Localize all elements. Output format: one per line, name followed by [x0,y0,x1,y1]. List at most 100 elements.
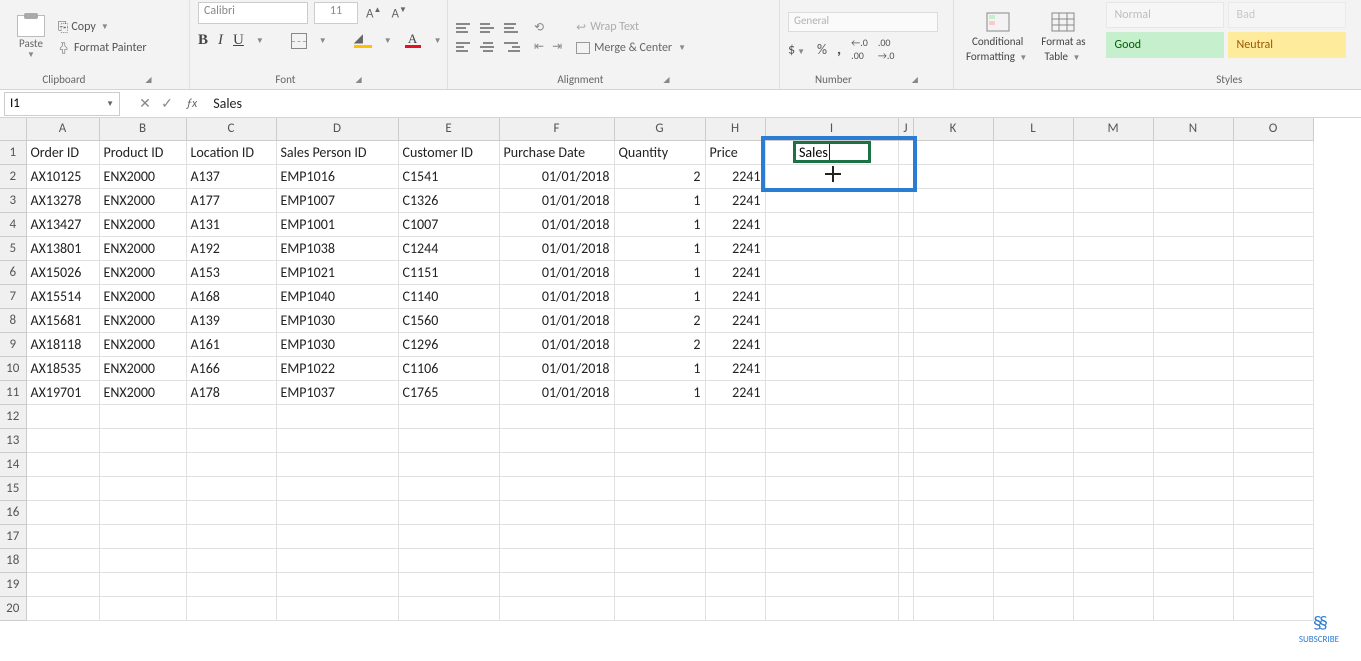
formula-input[interactable]: Sales [205,95,1361,112]
cell-A7[interactable]: AX15514 [26,284,99,308]
align-top-button[interactable] [456,21,472,35]
cell-L14[interactable] [993,452,1073,476]
row-header-2[interactable]: 2 [0,164,26,188]
cell-G1[interactable]: Quantity [614,140,705,164]
cell-H5[interactable]: 2241 [705,236,765,260]
cell-M4[interactable] [1073,212,1153,236]
cell-I13[interactable] [765,428,898,452]
cell-J8[interactable] [898,308,913,332]
cell-H19[interactable] [705,572,765,596]
cell-K14[interactable] [913,452,993,476]
italic-button[interactable]: I [218,32,223,49]
cell-L8[interactable] [993,308,1073,332]
worksheet-grid[interactable]: ABCDEFGHIJKLMNO1Order IDProduct IDLocati… [0,118,1361,621]
cell-A19[interactable] [26,572,99,596]
row-header-18[interactable]: 18 [0,548,26,572]
cell-O9[interactable] [1233,332,1313,356]
align-left-button[interactable] [456,40,472,54]
cell-I19[interactable] [765,572,898,596]
cell-B9[interactable]: ENX2000 [99,332,186,356]
cell-M7[interactable] [1073,284,1153,308]
cell-O14[interactable] [1233,452,1313,476]
cell-G13[interactable] [614,428,705,452]
cell-G4[interactable]: 1 [614,212,705,236]
cell-K16[interactable] [913,500,993,524]
cell-M2[interactable] [1073,164,1153,188]
cell-J20[interactable] [898,596,913,620]
cell-B19[interactable] [99,572,186,596]
cell-O15[interactable] [1233,476,1313,500]
row-header-20[interactable]: 20 [0,596,26,620]
cell-D7[interactable]: EMP1040 [276,284,398,308]
cell-G6[interactable]: 1 [614,260,705,284]
cell-K10[interactable] [913,356,993,380]
cell-D20[interactable] [276,596,398,620]
row-header-10[interactable]: 10 [0,356,26,380]
cell-G15[interactable] [614,476,705,500]
cell-D5[interactable]: EMP1038 [276,236,398,260]
cell-N10[interactable] [1153,356,1233,380]
cell-L3[interactable] [993,188,1073,212]
cell-E5[interactable]: C1244 [398,236,499,260]
select-all-corner[interactable] [0,118,26,140]
cell-G11[interactable]: 1 [614,380,705,404]
cell-M14[interactable] [1073,452,1153,476]
cell-M11[interactable] [1073,380,1153,404]
cell-A12[interactable] [26,404,99,428]
cell-K2[interactable] [913,164,993,188]
cell-L4[interactable] [993,212,1073,236]
cell-N6[interactable] [1153,260,1233,284]
cell-I9[interactable] [765,332,898,356]
cell-I18[interactable] [765,548,898,572]
style-good[interactable]: Good [1106,32,1224,58]
cell-L1[interactable] [993,140,1073,164]
cell-E18[interactable] [398,548,499,572]
cell-A13[interactable] [26,428,99,452]
column-header-O[interactable]: O [1233,118,1313,140]
underline-button[interactable]: U [233,32,244,49]
cell-L16[interactable] [993,500,1073,524]
cell-G8[interactable]: 2 [614,308,705,332]
bold-button[interactable]: B [198,32,208,49]
cell-L7[interactable] [993,284,1073,308]
cell-M20[interactable] [1073,596,1153,620]
cell-I4[interactable] [765,212,898,236]
cell-H10[interactable]: 2241 [705,356,765,380]
cell-H8[interactable]: 2241 [705,308,765,332]
cell-N8[interactable] [1153,308,1233,332]
cell-J19[interactable] [898,572,913,596]
cell-M10[interactable] [1073,356,1153,380]
cell-D9[interactable]: EMP1030 [276,332,398,356]
cell-B4[interactable]: ENX2000 [99,212,186,236]
increase-decimal-button[interactable]: ←.0.00 [851,36,868,62]
cell-L12[interactable] [993,404,1073,428]
cell-K7[interactable] [913,284,993,308]
cell-D2[interactable]: EMP1016 [276,164,398,188]
cell-G9[interactable]: 2 [614,332,705,356]
row-header-13[interactable]: 13 [0,428,26,452]
increase-indent-button[interactable]: ⇥ [552,39,562,54]
cell-J5[interactable] [898,236,913,260]
cell-N15[interactable] [1153,476,1233,500]
cell-A6[interactable]: AX15026 [26,260,99,284]
cell-C10[interactable]: A166 [186,356,276,380]
cell-O10[interactable] [1233,356,1313,380]
cell-L5[interactable] [993,236,1073,260]
cell-C16[interactable] [186,500,276,524]
style-neutral[interactable]: Neutral [1228,32,1346,58]
cell-H4[interactable]: 2241 [705,212,765,236]
cell-C5[interactable]: A192 [186,236,276,260]
cell-N20[interactable] [1153,596,1233,620]
cell-N16[interactable] [1153,500,1233,524]
cell-O8[interactable] [1233,308,1313,332]
cell-N18[interactable] [1153,548,1233,572]
cell-L2[interactable] [993,164,1073,188]
cell-G12[interactable] [614,404,705,428]
cell-J16[interactable] [898,500,913,524]
cell-G18[interactable] [614,548,705,572]
active-cell-editor[interactable]: Sales [793,141,871,163]
cell-N13[interactable] [1153,428,1233,452]
cell-O11[interactable] [1233,380,1313,404]
cell-O7[interactable] [1233,284,1313,308]
cell-O6[interactable] [1233,260,1313,284]
